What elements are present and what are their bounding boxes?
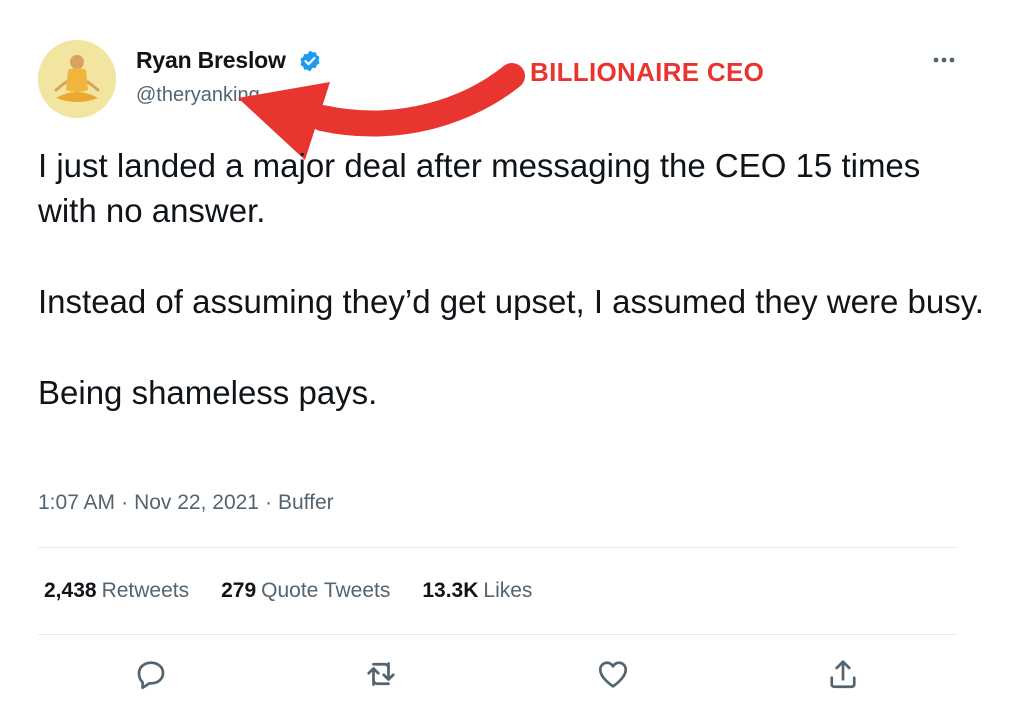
retweets-stat[interactable]: 2,438 Retweets [44, 579, 189, 603]
tweet-paragraph: Being shameless pays. [38, 374, 378, 411]
retweets-count: 2,438 [44, 579, 97, 602]
meta-separator: · [265, 491, 272, 514]
retweet-icon[interactable] [363, 656, 399, 692]
verified-badge-icon [300, 50, 320, 72]
author-display-name[interactable]: Ryan Breslow [136, 47, 286, 74]
likes-count: 13.3K [422, 579, 479, 602]
more-horizontal-icon[interactable] [929, 47, 959, 73]
engagement-stats: 2,438 Retweets 279 Quote Tweets 13.3K Likes [44, 579, 532, 603]
annotation-label: BILLIONAIRE CEO [530, 57, 765, 87]
tweet-paragraph: I just landed a major deal after messagi… [38, 147, 921, 229]
likes-label: Likes [483, 579, 533, 602]
quote-tweets-stat[interactable]: 279 Quote Tweets [221, 579, 390, 603]
action-bar [0, 650, 1024, 700]
divider [38, 547, 958, 548]
retweets-label: Retweets [101, 579, 190, 602]
avatar[interactable] [38, 40, 116, 118]
tweet-text: I just landed a major deal after messagi… [38, 143, 988, 415]
tweet-source[interactable]: Buffer [278, 491, 334, 514]
heart-icon[interactable] [595, 656, 631, 692]
tweet-date[interactable]: Nov 22, 2021 [134, 491, 259, 514]
tweet-paragraph: Instead of assuming they’d get upset, I … [38, 283, 984, 320]
quote-tweets-count: 279 [221, 579, 257, 602]
likes-stat[interactable]: 13.3K Likes [422, 579, 532, 603]
tweet-time[interactable]: 1:07 AM [38, 491, 115, 514]
tweet-card: Ryan Breslow @theryanking BILLIONAIRE CE… [0, 0, 1024, 718]
reply-icon[interactable] [133, 656, 169, 692]
divider [38, 634, 958, 635]
author-handle[interactable]: @theryanking [136, 84, 260, 107]
share-icon[interactable] [825, 656, 861, 692]
tweet-meta: 1:07 AM · Nov 22, 2021 · Buffer [38, 491, 334, 515]
quote-tweets-label: Quote Tweets [261, 579, 391, 602]
meta-separator: · [121, 491, 129, 514]
